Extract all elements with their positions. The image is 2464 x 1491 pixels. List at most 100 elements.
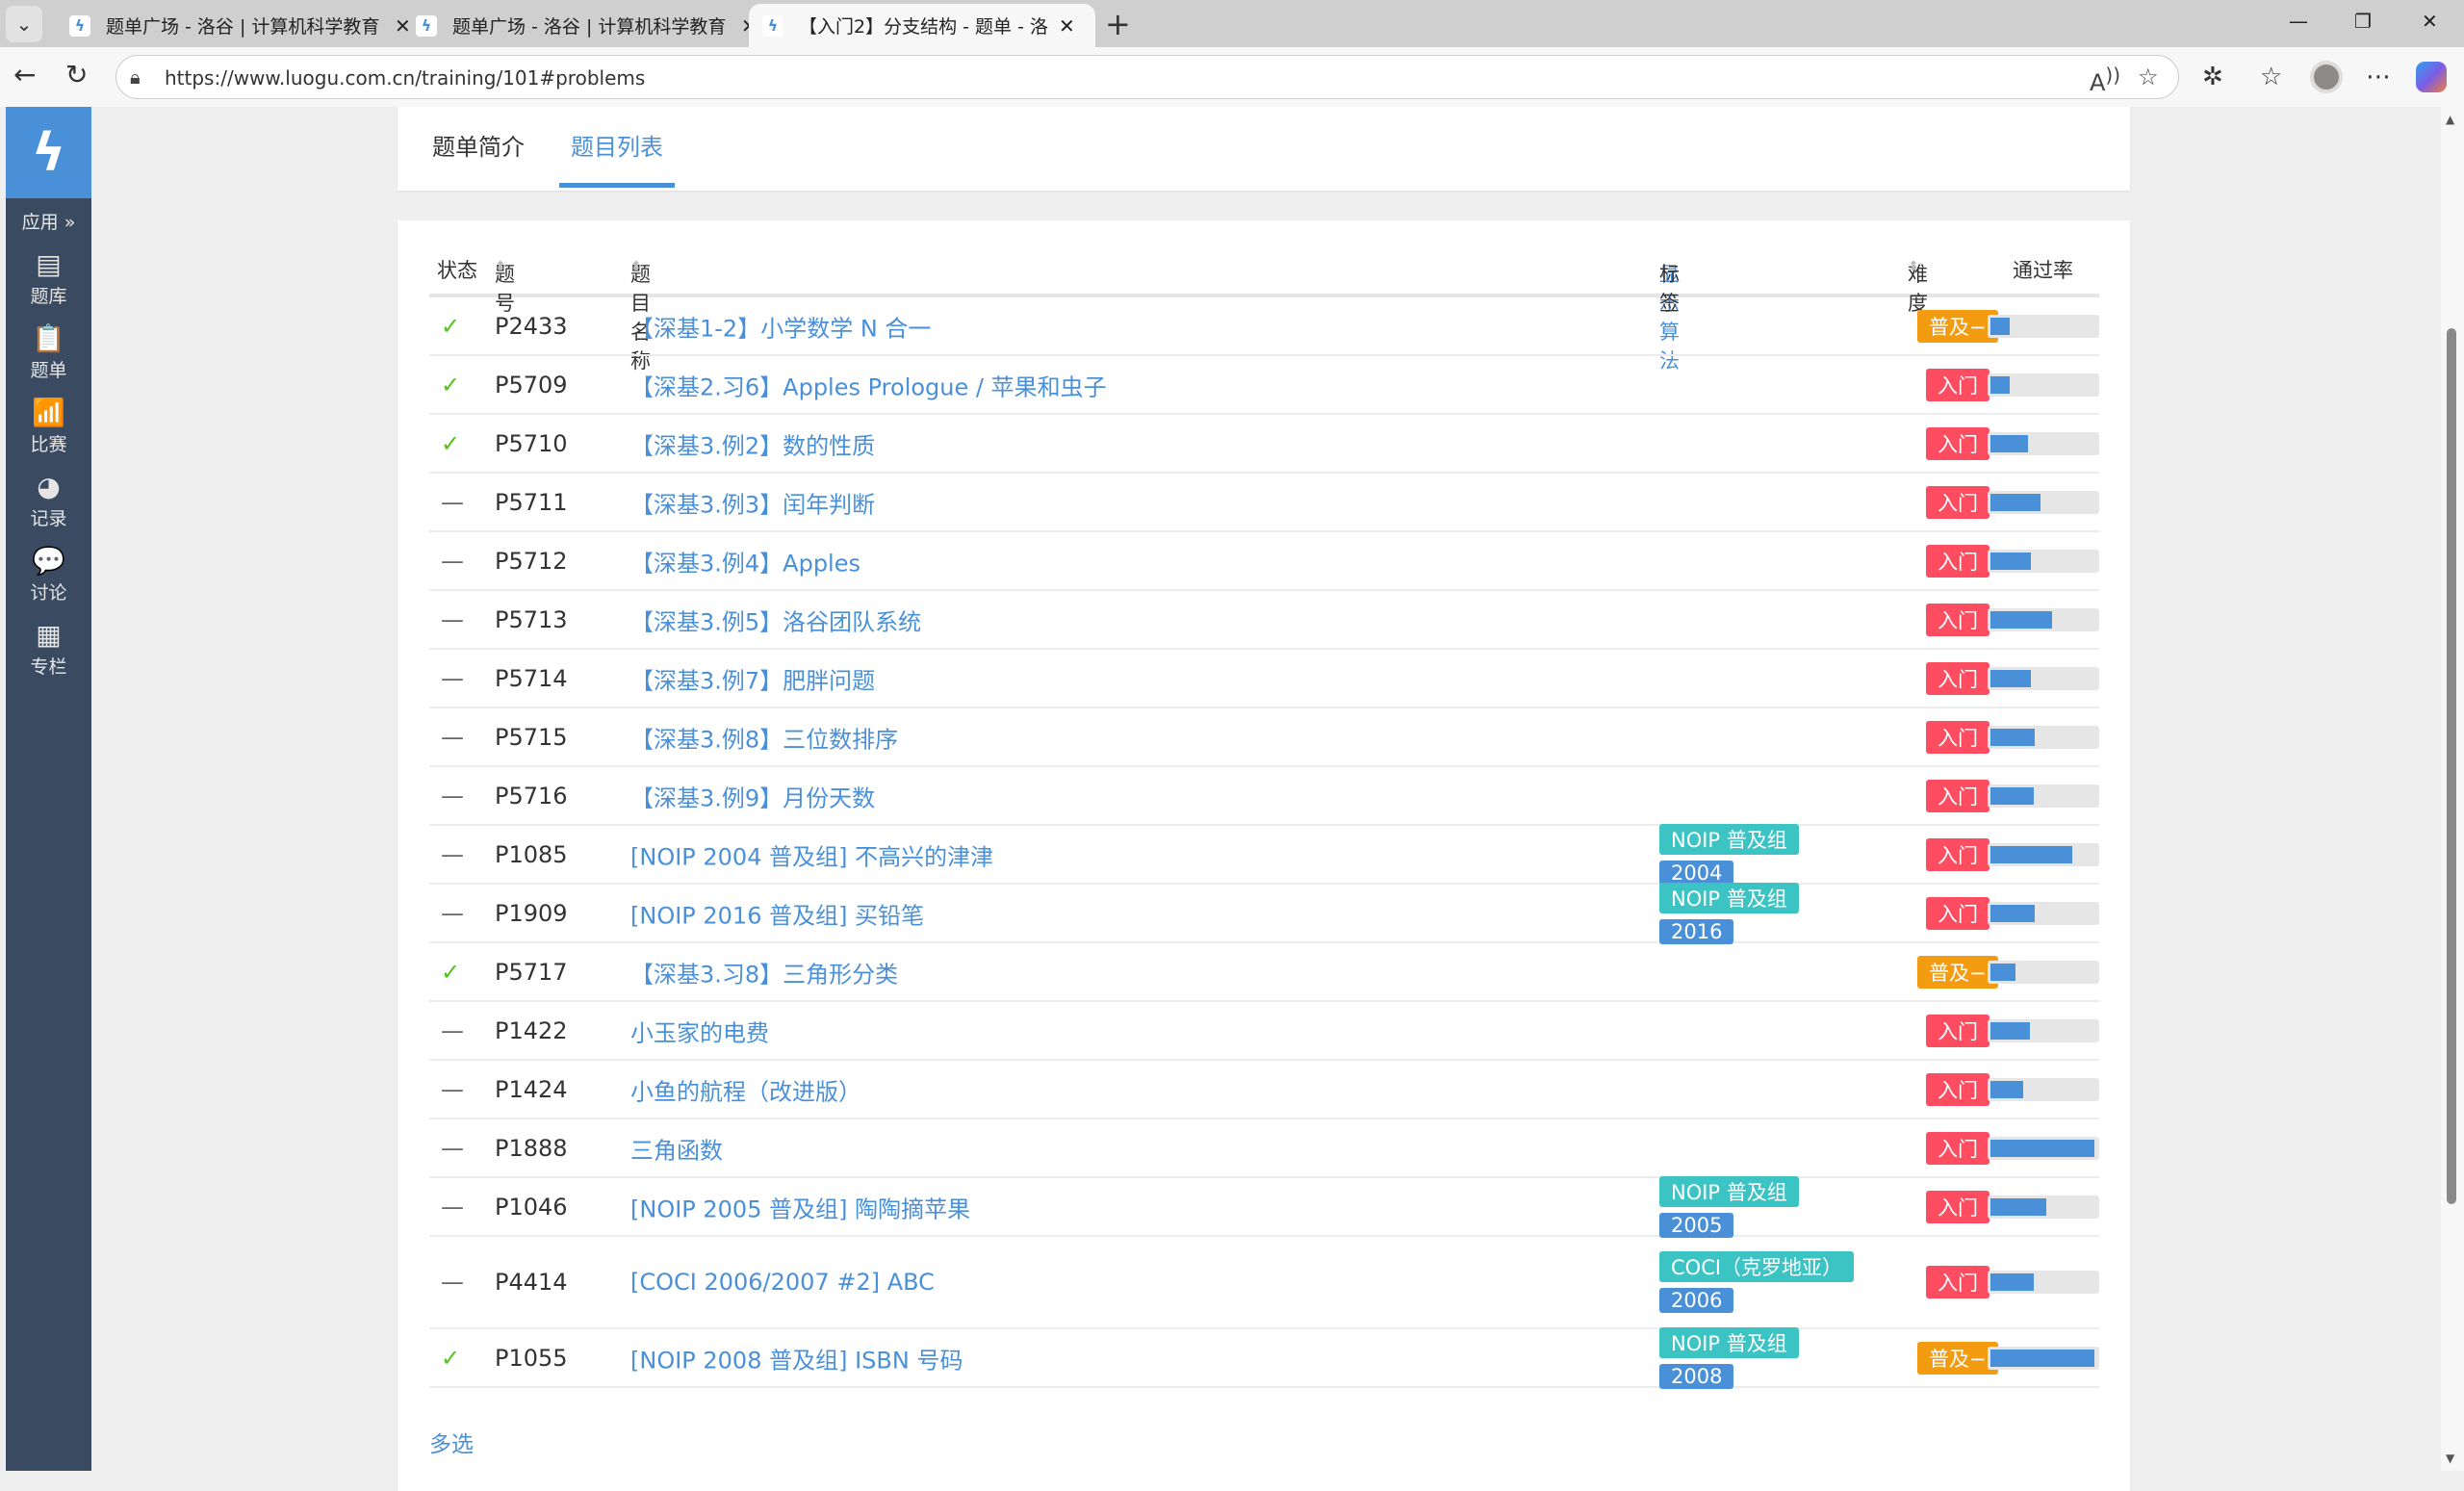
problem-title-link[interactable]: 【深基3.例3】闰年判断 <box>630 485 875 519</box>
scroll-down-icon[interactable]: ▼ <box>2446 1452 2454 1465</box>
newspaper-icon: ▦ <box>36 619 62 651</box>
sidebar-item[interactable]: 📋 题单 <box>6 321 91 382</box>
problem-title-link[interactable]: 小鱼的航程（改进版） <box>630 1072 861 1106</box>
problem-id[interactable]: P5715 <box>495 724 568 751</box>
problem-title-link[interactable]: 小玉家的电费 <box>630 1014 769 1047</box>
apps-toggle[interactable]: 应用 » <box>6 208 91 234</box>
problem-title-link[interactable]: 【深基2.习6】Apples Prologue / 苹果和虫子 <box>630 368 1107 401</box>
scroll-up-icon[interactable]: ▲ <box>2446 113 2454 126</box>
tag-badge[interactable]: 2005 <box>1659 1212 1734 1238</box>
close-tab-icon[interactable]: ✕ <box>1059 14 1075 38</box>
problem-id[interactable]: P5713 <box>495 606 568 633</box>
profile-avatar[interactable] <box>2310 61 2343 93</box>
tag-badge[interactable]: 2006 <box>1659 1288 1734 1313</box>
problem-title-link[interactable]: 三角函数 <box>630 1131 723 1165</box>
problem-id[interactable]: P1055 <box>495 1345 568 1372</box>
problem-title-link[interactable]: [NOIP 2004 普及组] 不高兴的津津 <box>630 837 993 871</box>
sidebar-item-label: 专栏 <box>30 656 67 678</box>
problem-id[interactable]: P5710 <box>495 430 568 457</box>
problem-title-link[interactable]: 【深基3.例2】数的性质 <box>630 426 875 460</box>
problem-id[interactable]: P5709 <box>495 372 568 398</box>
difficulty-badge: 入门 <box>1926 720 1989 754</box>
new-tab-button[interactable]: + <box>1105 6 1131 42</box>
tab-actions-menu-button[interactable]: ⌄ <box>6 6 42 42</box>
refresh-button[interactable]: ↻ <box>65 59 88 90</box>
dash-icon: — <box>441 1269 464 1296</box>
problem-title-link[interactable]: 【深基3.例9】月份天数 <box>630 779 875 812</box>
problem-id[interactable]: P5716 <box>495 783 568 810</box>
pass-rate-fill <box>1990 434 2028 452</box>
browser-tab-active[interactable]: ϟ 【入门2】分支结构 - 题单 - 洛谷 ✕ <box>749 4 1095 47</box>
problem-id[interactable]: P5711 <box>495 489 568 516</box>
luogu-logo[interactable]: ϟ <box>6 107 91 198</box>
tab-intro[interactable]: 题单简介 <box>432 128 525 183</box>
sidebar-item[interactable]: 💬 讨论 <box>6 544 91 604</box>
tag-badge[interactable]: NOIP 普及组 <box>1659 882 1799 913</box>
close-window-button[interactable]: ✕ <box>2422 10 2438 33</box>
problem-title-link[interactable]: 【深基3.例4】Apples <box>630 544 860 578</box>
problem-id[interactable]: P5714 <box>495 665 568 692</box>
problem-title-link[interactable]: 【深基3.例5】洛谷团队系统 <box>630 603 921 636</box>
tag-badge[interactable]: NOIP 普及组 <box>1659 1175 1799 1207</box>
multi-select-link[interactable]: 多选 <box>429 1426 474 1458</box>
problem-title-link[interactable]: 【深基3.例8】三位数排序 <box>630 720 898 754</box>
tag-list: NOIP 普及组 2004 <box>1659 823 1871 886</box>
scrollbar-thumb[interactable] <box>2447 328 2456 1204</box>
sidebar-item[interactable]: ▤ 题库 <box>6 247 91 308</box>
problem-id[interactable]: P1888 <box>495 1135 568 1162</box>
problem-id[interactable]: P5712 <box>495 548 568 575</box>
sidebar-item[interactable]: ▦ 专栏 <box>6 618 91 679</box>
problem-id[interactable]: P1085 <box>495 841 568 868</box>
dash-icon: — <box>441 840 464 868</box>
sort-icon[interactable]: ⬍ <box>495 259 506 274</box>
problem-id[interactable]: P1422 <box>495 1017 568 1044</box>
more-menu-icon[interactable]: ⋯ <box>2366 63 2391 91</box>
tag-badge[interactable]: 2016 <box>1659 918 1734 944</box>
favorites-icon[interactable]: ☆ <box>2260 63 2282 91</box>
problem-id[interactable]: P1046 <box>495 1194 568 1221</box>
page-scrollbar[interactable]: ▲ ▼ <box>2441 107 2464 1471</box>
address-bar[interactable]: 🔒︎ https://www.luogu.com.cn/training/101… <box>116 55 2179 99</box>
tab-problem-list[interactable]: 题目列表 <box>559 128 675 188</box>
pass-rate-bar <box>1988 549 2099 573</box>
luogu-favicon-icon: ϟ <box>69 14 90 37</box>
copilot-icon[interactable] <box>2416 62 2447 92</box>
favorite-star-icon[interactable]: ☆ <box>2138 64 2159 90</box>
sidebar-item-label: 记录 <box>30 508 67 529</box>
restore-button[interactable]: ❐ <box>2354 10 2372 33</box>
tag-badge[interactable]: COCI（克罗地亚） <box>1659 1251 1855 1282</box>
tag-list: NOIP 普及组 2016 <box>1659 882 1871 944</box>
url-text[interactable]: https://www.luogu.com.cn/training/101#pr… <box>165 66 645 90</box>
problem-id[interactable]: P4414 <box>495 1269 568 1296</box>
tag-badge[interactable]: 2008 <box>1659 1363 1734 1389</box>
dash-icon: — <box>441 1193 464 1221</box>
problem-id[interactable]: P2433 <box>495 313 568 340</box>
pass-rate-bar <box>1988 431 2099 455</box>
problem-title-link[interactable]: 【深基3.例7】肥胖问题 <box>630 661 875 695</box>
back-button[interactable]: ← <box>13 59 36 90</box>
problem-title-link[interactable]: [NOIP 2016 普及组] 买铅笔 <box>630 896 924 930</box>
problem-id[interactable]: P5717 <box>495 959 568 986</box>
read-aloud-icon[interactable]: A)) <box>2090 64 2120 96</box>
pass-rate-bar <box>1988 1271 2099 1294</box>
problem-title-link[interactable]: [NOIP 2005 普及组] 陶陶摘苹果 <box>630 1190 970 1223</box>
browser-tab[interactable]: ϟ题单广场 - 洛谷 | 计算机科学教育✕ <box>56 4 424 47</box>
difficulty-badge: 入门 <box>1926 1014 1989 1047</box>
problem-title-link[interactable]: [COCI 2006/2007 #2] ABC <box>630 1269 935 1296</box>
tag-badge[interactable]: NOIP 普及组 <box>1659 823 1799 855</box>
problem-id[interactable]: P1909 <box>495 900 568 927</box>
browser-tab[interactable]: ϟ题单广场 - 洛谷 | 计算机科学教育✕ <box>402 4 771 47</box>
sidebar-item[interactable]: ◕ 记录 <box>6 470 91 530</box>
problem-id[interactable]: P1424 <box>495 1076 568 1103</box>
minimize-button[interactable]: — <box>2289 10 2308 33</box>
extensions-icon[interactable]: ✲ <box>2202 63 2223 91</box>
problem-title-link[interactable]: 【深基3.习8】三角形分类 <box>630 955 898 989</box>
sidebar-item[interactable]: 📶 比赛 <box>6 396 91 456</box>
pass-rate-bar <box>1988 784 2099 808</box>
tag-badge[interactable]: NOIP 普及组 <box>1659 1326 1799 1358</box>
problem-title-link[interactable]: [NOIP 2008 普及组] ISBN 号码 <box>630 1341 962 1375</box>
problem-title-link[interactable]: 【深基1-2】小学数学 N 合一 <box>630 309 931 343</box>
sort-icon[interactable]: ⬍ <box>630 259 642 274</box>
sort-icon[interactable]: ⬍ <box>1908 259 1919 274</box>
table-row: — P1909 [NOIP 2016 普及组] 买铅笔 NOIP 普及组 2016 入门 <box>429 882 2099 944</box>
